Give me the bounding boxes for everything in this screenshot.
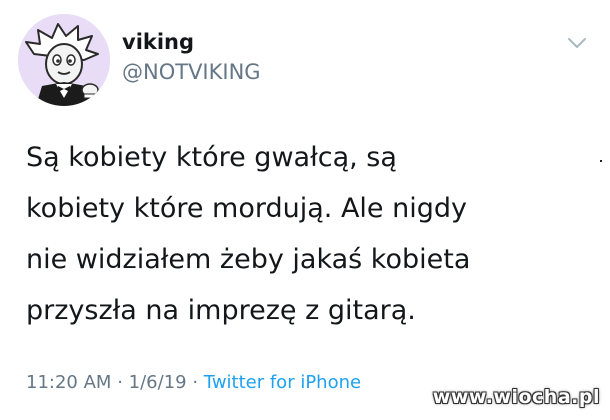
tweet-card: viking @NOTVIKING Są kobiety które gwałc… [0, 0, 610, 420]
tweet-text-line: Są kobiety które gwałcą, są [26, 142, 397, 173]
author-handle[interactable]: @NOTVIKING [122, 60, 261, 84]
site-watermark: www.wiocha.pl [432, 386, 600, 408]
tweet-text-line: przyszła na imprezę z gitarą. [26, 295, 416, 326]
author-display-name[interactable]: viking [122, 30, 194, 54]
tweet-metadata: 11:20 AM · 1/6/19 · Twitter for iPhone [26, 372, 361, 393]
tweet-text-line: kobiety które mordują. Ale nigdy [26, 193, 467, 224]
tweet-source-link[interactable]: Twitter for iPhone [204, 372, 361, 393]
chevron-down-icon[interactable] [566, 35, 588, 51]
tweet-text-line: nie widziałem żeby jakaś kobieta [26, 244, 471, 275]
meta-separator: · [192, 372, 199, 393]
tweet-text: Są kobiety które gwałcą, są kobiety któr… [26, 132, 586, 336]
meta-separator: · [117, 372, 123, 393]
tweet-date[interactable]: 1/6/19 [129, 372, 187, 393]
cartoon-avatar-icon[interactable] [18, 14, 110, 106]
stray-dot [600, 160, 602, 162]
avatar-illustration [18, 14, 110, 106]
tweet-time[interactable]: 11:20 AM [26, 372, 111, 393]
